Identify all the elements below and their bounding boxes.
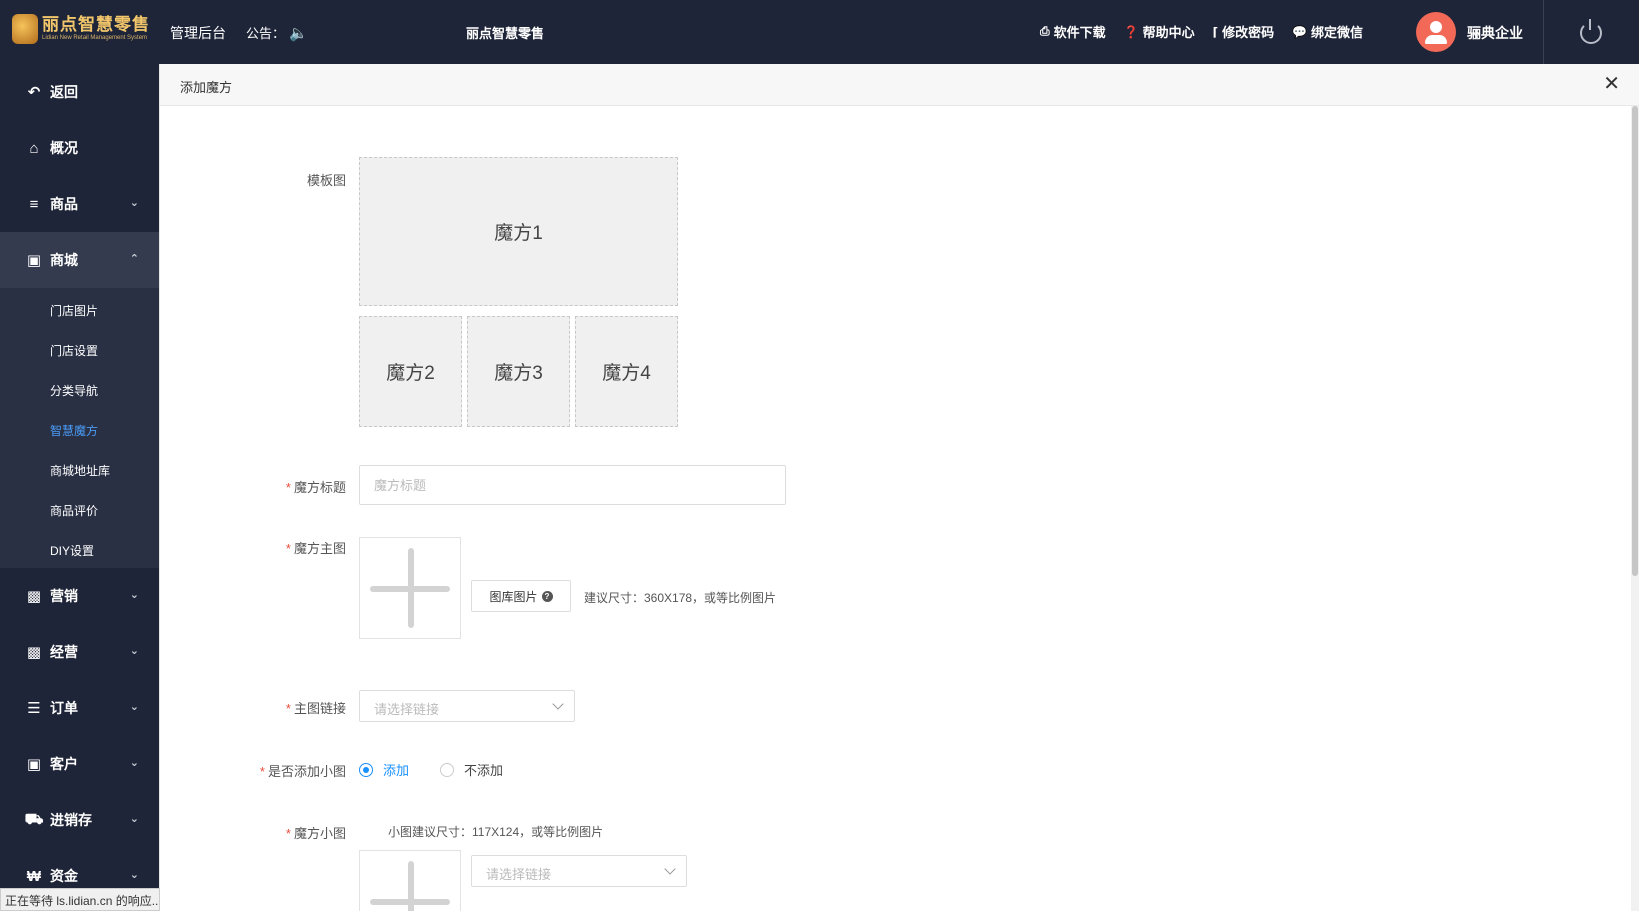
- gift-icon: ▩: [26, 588, 42, 605]
- speaker-icon: 🔈: [289, 24, 308, 42]
- cube-4[interactable]: 魔方4: [575, 316, 678, 427]
- back-arrow-icon: ↶: [27, 84, 41, 101]
- top-bar: 丽点智慧零售 Lidian New Retail Management Syst…: [0, 0, 1639, 64]
- chevron-up-icon: ⌃: [129, 253, 139, 265]
- chevron-down-icon: ⌄: [129, 869, 139, 881]
- radio-add[interactable]: 添加: [359, 760, 409, 779]
- submenu-smart-cube[interactable]: 智慧魔方: [50, 422, 98, 439]
- radio-no-add[interactable]: 不添加: [440, 760, 503, 779]
- logo[interactable]: 丽点智慧零售 Lidian New Retail Management Syst…: [12, 14, 150, 44]
- thermometer-icon: ⌈: [1212, 24, 1219, 39]
- submenu-diy-settings[interactable]: DIY设置: [50, 542, 94, 559]
- sidebar: ↶ 返回 ⌂ 概况 ≡ 商品 ⌄ ▣ 商城 ⌃ 门店图片 门店设置 分类导航 智…: [0, 64, 159, 911]
- divider: [1543, 0, 1544, 64]
- sidebar-item-goods[interactable]: ≡ 商品 ⌄: [0, 176, 159, 232]
- change-password-link[interactable]: ⌈ 修改密码: [1213, 22, 1275, 41]
- panel-header: 添加魔方 ✕: [160, 64, 1639, 106]
- cube-1[interactable]: 魔方1: [359, 157, 678, 306]
- shopping-bag-icon: ▣: [26, 252, 42, 269]
- help-center-link[interactable]: ❓ 帮助中心: [1124, 22, 1195, 41]
- notice[interactable]: 公告： 🔈: [246, 23, 308, 42]
- question-icon: ?: [541, 590, 553, 602]
- company-name[interactable]: 骊典企业: [1467, 23, 1523, 43]
- mall-submenu: 门店图片 门店设置 分类导航 智慧魔方 商城地址库 商品评价 DIY设置: [0, 288, 159, 568]
- top-links: ⎙ 软件下载 ❓ 帮助中心 ⌈ 修改密码 💬 绑定微信: [1040, 22, 1363, 41]
- chevron-down-icon: ⌄: [129, 701, 139, 713]
- admin-link[interactable]: 管理后台: [170, 23, 226, 43]
- add-small-image-label: * 是否添加小图: [259, 764, 346, 779]
- home-icon: ⌂: [29, 139, 39, 157]
- chevron-down-icon: ⌄: [129, 757, 139, 769]
- order-list-icon: ☰: [27, 700, 41, 717]
- wechat-icon: 💬: [1292, 24, 1308, 39]
- sidebar-item-inventory[interactable]: ⛟ 进销存 ⌄: [0, 792, 159, 848]
- small-link-select[interactable]: 请选择链接: [471, 855, 687, 887]
- list-icon: ≡: [29, 195, 39, 213]
- power-icon[interactable]: [1580, 19, 1602, 44]
- chevron-down-icon: ⌄: [129, 645, 139, 657]
- cube-3[interactable]: 魔方3: [467, 316, 570, 427]
- main-size-hint: 建议尺寸：360X178，或等比例图片: [584, 591, 777, 605]
- scrollbar-thumb[interactable]: [1632, 106, 1638, 576]
- sidebar-item-marketing[interactable]: ▩ 营销 ⌄: [0, 568, 159, 624]
- software-download-link[interactable]: ⎙ 软件下载: [1040, 22, 1106, 41]
- chevron-down-icon: ⌄: [129, 589, 139, 601]
- submenu-category-nav[interactable]: 分类导航: [50, 382, 98, 399]
- truck-icon: ⛟: [24, 810, 44, 828]
- chevron-down-icon: [664, 863, 676, 875]
- bar-chart-icon: ▩: [26, 644, 42, 661]
- bind-wechat-link[interactable]: 💬 绑定微信: [1292, 22, 1363, 41]
- avatar[interactable]: [1416, 12, 1456, 52]
- question-icon: ❓: [1123, 24, 1139, 39]
- submenu-address-library[interactable]: 商城地址库: [50, 462, 110, 479]
- printer-icon: ⎙: [1040, 24, 1050, 38]
- sidebar-item-overview[interactable]: ⌂ 概况: [0, 120, 159, 176]
- cube-main-image-label: * 魔方主图: [285, 541, 346, 556]
- cube-title-label: * 魔方标题: [285, 480, 346, 495]
- won-icon: ₩: [26, 867, 42, 885]
- cube-2[interactable]: 魔方2: [359, 316, 462, 427]
- main-link-select[interactable]: 请选择链接: [359, 690, 575, 722]
- submenu-goods-reviews[interactable]: 商品评价: [50, 502, 98, 519]
- chevron-down-icon: ⌄: [129, 197, 139, 209]
- chevron-down-icon: [552, 698, 564, 710]
- chevron-down-icon: ⌄: [129, 813, 139, 825]
- browser-status-bar: 正在等待 ls.lidian.cn 的响应...: [0, 888, 160, 911]
- image-library-button[interactable]: 图库图片 ?: [471, 580, 571, 612]
- cube-small-image-label: * 魔方小图: [285, 826, 346, 841]
- small-image-upload[interactable]: [359, 850, 461, 911]
- main-image-upload[interactable]: [359, 537, 461, 639]
- sidebar-item-orders[interactable]: ☰ 订单 ⌄: [0, 680, 159, 736]
- template-label: 模板图: [306, 173, 346, 188]
- submenu-store-settings[interactable]: 门店设置: [50, 342, 98, 359]
- sidebar-item-mall[interactable]: ▣ 商城 ⌃: [0, 232, 159, 288]
- notice-marquee-text: 丽点智慧零售: [466, 26, 545, 41]
- sidebar-item-back[interactable]: ↶ 返回: [0, 64, 159, 120]
- scrollbar[interactable]: [1631, 106, 1639, 911]
- cube-title-input[interactable]: [359, 465, 786, 505]
- panel-title: 添加魔方: [180, 80, 233, 95]
- id-card-icon: ▣: [26, 756, 42, 773]
- close-icon[interactable]: ✕: [1603, 74, 1620, 94]
- small-size-hint: 小图建议尺寸：117X124，或等比例图片: [388, 825, 604, 839]
- add-cube-panel: 添加魔方 ✕ 模板图 魔方1 魔方2 魔方3 魔方4 *魔方标题 *魔方主图 图…: [159, 64, 1639, 911]
- logo-mark-icon: [12, 14, 38, 44]
- sidebar-item-operations[interactable]: ▩ 经营 ⌄: [0, 624, 159, 680]
- submenu-store-images[interactable]: 门店图片: [50, 302, 98, 319]
- logo-title: 丽点智慧零售: [42, 15, 150, 34]
- sidebar-item-customers[interactable]: ▣ 客户 ⌄: [0, 736, 159, 792]
- main-link-label: * 主图链接: [285, 701, 346, 716]
- logo-subtitle: Lidian New Retail Management System: [42, 35, 148, 41]
